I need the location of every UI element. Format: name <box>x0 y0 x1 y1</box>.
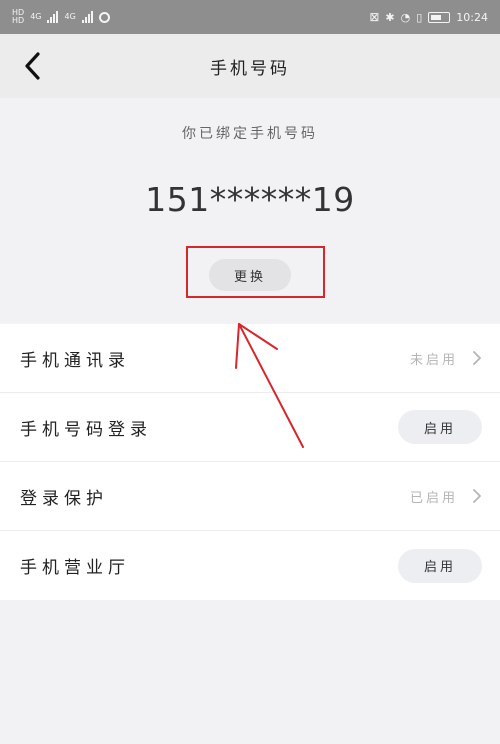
bluetooth-icon: ✱ <box>385 10 395 24</box>
enable-phone-login-button[interactable]: 启用 <box>398 410 482 444</box>
status-left: HD HD 4G 4G <box>12 9 110 25</box>
chevron-right-icon <box>473 489 481 503</box>
row-label: 手机营业厅 <box>20 558 130 578</box>
status-text: 未启用 <box>409 352 458 368</box>
row-login-protection[interactable]: 登录保护 已启用 <box>0 462 500 531</box>
network-type-1: 4G <box>30 12 42 21</box>
network-type-2: 4G <box>64 12 76 21</box>
nav-header: 手机号码 <box>0 34 500 98</box>
row-label: 手机通讯录 <box>20 350 130 371</box>
row-contacts[interactable]: 手机通讯录 未启用 <box>0 324 500 393</box>
chevron-left-icon <box>25 52 40 80</box>
clock: 10:24 <box>456 10 488 24</box>
status-text: 已启用 <box>409 490 458 506</box>
settings-list: 手机通讯录 未启用 手机号码登录 启用 登录保护 已启用 手机营业厅 启用 <box>0 324 500 600</box>
status-right: ⊠ ✱ ◔ ▯ 10:24 <box>369 10 488 24</box>
enable-service-hall-button[interactable]: 启用 <box>398 548 482 583</box>
nfc-icon: ⊠ <box>369 10 380 24</box>
signal-icon <box>47 11 59 23</box>
status-bar: HD HD 4G 4G ⊠ ✱ ◔ ▯ 10:24 <box>0 0 500 34</box>
signal-icon-2 <box>81 11 93 23</box>
row-label: 手机号码登录 <box>20 419 152 440</box>
back-button[interactable] <box>20 48 48 84</box>
row-phone-login: 手机号码登录 启用 <box>0 393 500 462</box>
annotation-highlight-box <box>186 246 325 298</box>
vibrate-icon: ▯ <box>416 10 423 24</box>
bound-phone-number: 151******19 <box>145 180 355 219</box>
row-mobile-service-hall: 手机营业厅 启用 <box>0 531 500 600</box>
wifi-icon: ◔ <box>400 10 411 24</box>
page-title: 手机号码 <box>210 58 290 79</box>
chevron-right-icon <box>473 351 481 365</box>
battery-icon <box>428 11 451 23</box>
bound-phone-label: 你已绑定手机号码 <box>182 126 318 142</box>
data-saver-icon <box>98 11 110 23</box>
phone-number-settings-screen: HD HD 4G 4G ⊠ ✱ ◔ ▯ 10:24 手机号码 你已绑定手机号码 … <box>0 0 500 744</box>
hd-indicator: HD HD <box>12 8 25 25</box>
row-label: 登录保护 <box>20 488 108 509</box>
